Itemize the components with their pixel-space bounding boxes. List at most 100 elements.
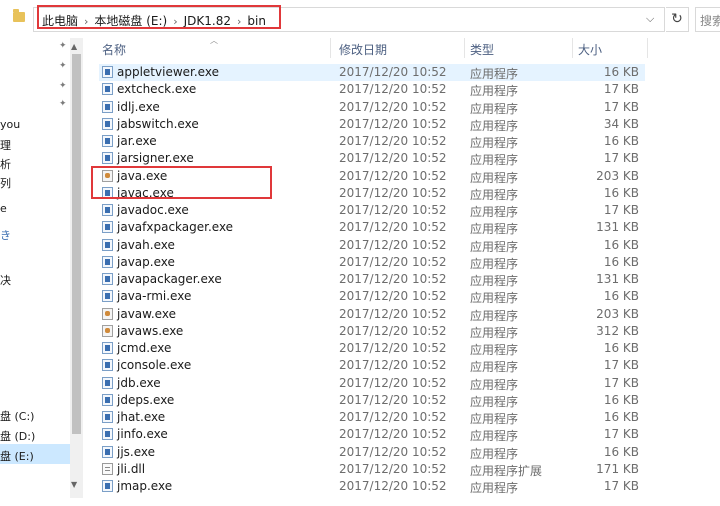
refresh-button[interactable]: ↻ [666, 7, 689, 32]
exe-file-icon [102, 393, 113, 406]
file-size: 16 KB [603, 392, 639, 407]
nav-item[interactable]: 列 [0, 175, 11, 191]
file-name: java-rmi.exe [117, 289, 192, 304]
file-row[interactable]: jar.exe 2017/12/20 10:52 应用程序 16 KB [99, 133, 645, 150]
file-type: 应用程序 [470, 101, 519, 116]
file-row[interactable]: extcheck.exe 2017/12/20 10:52 应用程序 17 KB [99, 81, 645, 98]
file-name: javadoc.exe [117, 203, 189, 217]
column-header-size[interactable]: 大小 [578, 41, 602, 58]
pin-icon[interactable]: ✦ [59, 62, 67, 71]
column-header-name[interactable]: 名称 [102, 41, 126, 58]
file-row[interactable]: appletviewer.exe 2017/12/20 10:52 应用程序 16 K… [99, 64, 645, 81]
file-size: 16 KB [603, 444, 639, 459]
file-size: 17 KB [603, 358, 639, 373]
file-name: appletviewer.exe [117, 65, 219, 79]
file-date: 2017/12/20 10:52 [339, 203, 447, 217]
file-type: 应用程序 [470, 377, 519, 392]
file-row[interactable]: jcmd.exe 2017/12/20 10:52 应用程序 16 KB [99, 340, 645, 357]
java-exe-icon [102, 324, 113, 337]
file-type: 应用程序 [470, 481, 519, 495]
file-type: 应用程序 [470, 291, 519, 306]
search-input[interactable]: 搜索 [695, 7, 720, 32]
nav-item[interactable]: 理 [0, 137, 11, 153]
file-row[interactable]: idlj.exe 2017/12/20 10:52 应用程序 17 KB [99, 99, 645, 116]
file-type: 应用程序 [470, 412, 519, 426]
nav-scrollbar[interactable]: ▲ ▼ [70, 38, 83, 498]
file-row[interactable]: javaw.exe 2017/12/20 10:52 应用程序 203 KB [99, 306, 645, 323]
file-type: 应用程序 [470, 170, 519, 185]
file-row[interactable]: jhat.exe 2017/12/20 10:52 应用程序 16 KB [99, 409, 645, 426]
pin-icon[interactable]: ✦ [59, 42, 67, 51]
pin-icon[interactable]: ✦ [59, 82, 67, 91]
file-row[interactable]: javah.exe 2017/12/20 10:52 应用程序 16 KB [99, 237, 645, 254]
file-type: 应用程序 [470, 325, 519, 340]
file-date: 2017/12/20 10:52 [339, 358, 447, 373]
exe-file-icon [102, 342, 113, 354]
column-header-date[interactable]: 修改日期 [339, 41, 387, 58]
file-row[interactable]: jconsole.exe 2017/12/20 10:52 应用程序 17 KB [99, 357, 645, 374]
file-type: 应用程序 [470, 343, 519, 357]
file-date: 2017/12/20 10:52 [339, 272, 447, 286]
exe-file-icon [102, 204, 113, 216]
nav-item-drive-c[interactable]: 盘 (C:) [0, 408, 34, 424]
file-row[interactable]: jinfo.exe 2017/12/20 10:52 应用程序 17 KB [99, 426, 645, 443]
file-size: 17 KB [603, 427, 639, 442]
file-name: jconsole.exe [117, 358, 192, 373]
column-header-type[interactable]: 类型 [470, 41, 494, 58]
file-date: 2017/12/20 10:52 [339, 427, 447, 442]
file-row[interactable]: javaws.exe 2017/12/20 10:52 应用程序 312 KB [99, 323, 645, 340]
nav-item-drive-e[interactable]: 盘 (E:) [0, 448, 34, 464]
file-row[interactable]: java-rmi.exe 2017/12/20 10:52 应用程序 16 KB [99, 288, 645, 305]
file-row[interactable]: jabswitch.exe 2017/12/20 10:52 应用程序 34 KB [99, 116, 645, 133]
file-row[interactable]: jdeps.exe 2017/12/20 10:52 应用程序 16 KB [99, 392, 645, 409]
column-divider[interactable] [572, 38, 573, 58]
column-divider[interactable] [330, 38, 331, 58]
exe-file-icon [102, 411, 113, 423]
chevron-up-icon[interactable]: ▲ [71, 42, 77, 51]
file-row[interactable]: jli.dll 2017/12/20 10:52 应用程序扩展 171 KB [99, 461, 645, 478]
exe-file-icon [102, 273, 113, 285]
file-size: 312 KB [596, 323, 639, 338]
file-date: 2017/12/20 10:52 [339, 237, 447, 252]
file-type: 应用程序 [470, 153, 519, 168]
exe-file-icon [102, 83, 113, 96]
nav-item[interactable]: e [0, 202, 7, 215]
file-type: 应用程序 [470, 429, 519, 444]
file-date: 2017/12/20 10:52 [339, 116, 447, 131]
nav-item[interactable]: 析 [0, 156, 11, 172]
file-size: 203 KB [596, 168, 639, 183]
exe-file-icon [102, 238, 113, 251]
column-divider[interactable] [464, 38, 465, 58]
nav-scrollbar-thumb[interactable] [72, 54, 81, 434]
chevron-down-icon[interactable]: ⌵ [646, 12, 654, 26]
nav-item[interactable]: 决 [0, 272, 11, 288]
file-row[interactable]: javap.exe 2017/12/20 10:52 应用程序 16 KB [99, 254, 645, 271]
file-row[interactable]: jdb.exe 2017/12/20 10:52 应用程序 17 KB [99, 375, 645, 392]
nav-item-drive-d[interactable]: 盘 (D:) [0, 428, 35, 444]
file-name: jcmd.exe [117, 341, 172, 355]
exe-file-icon [102, 66, 113, 78]
file-row[interactable]: javadoc.exe 2017/12/20 10:52 应用程序 17 KB [99, 202, 645, 219]
nav-item[interactable]: you [0, 118, 20, 131]
file-row[interactable]: jjs.exe 2017/12/20 10:52 应用程序 16 KB [99, 444, 645, 461]
file-row[interactable]: javafxpackager.exe 2017/12/20 10:52 应用程序 13… [99, 219, 645, 236]
file-row[interactable]: jarsigner.exe 2017/12/20 10:52 应用程序 17 KB [99, 150, 645, 167]
file-date: 2017/12/20 10:52 [339, 410, 447, 424]
file-size: 16 KB [603, 134, 639, 148]
file-size: 17 KB [603, 375, 639, 390]
exe-file-icon [102, 445, 113, 458]
file-size: 34 KB [603, 116, 639, 131]
file-row[interactable]: javapackager.exe 2017/12/20 10:52 应用程序 131 … [99, 271, 645, 288]
file-type: 应用程序 [470, 446, 519, 461]
pin-icon[interactable]: ✦ [59, 100, 67, 109]
column-divider[interactable] [647, 38, 648, 58]
file-name: jdb.exe [117, 375, 161, 390]
file-date: 2017/12/20 10:52 [339, 99, 447, 114]
exe-file-icon [102, 221, 113, 234]
file-size: 16 KB [603, 254, 639, 269]
file-type: 应用程序 [470, 394, 519, 409]
file-row[interactable]: jmap.exe 2017/12/20 10:52 应用程序 17 KB [99, 478, 645, 495]
file-name: jmap.exe [117, 479, 173, 493]
chevron-down-icon[interactable]: ▼ [71, 480, 77, 489]
nav-item[interactable]: き [0, 227, 11, 243]
